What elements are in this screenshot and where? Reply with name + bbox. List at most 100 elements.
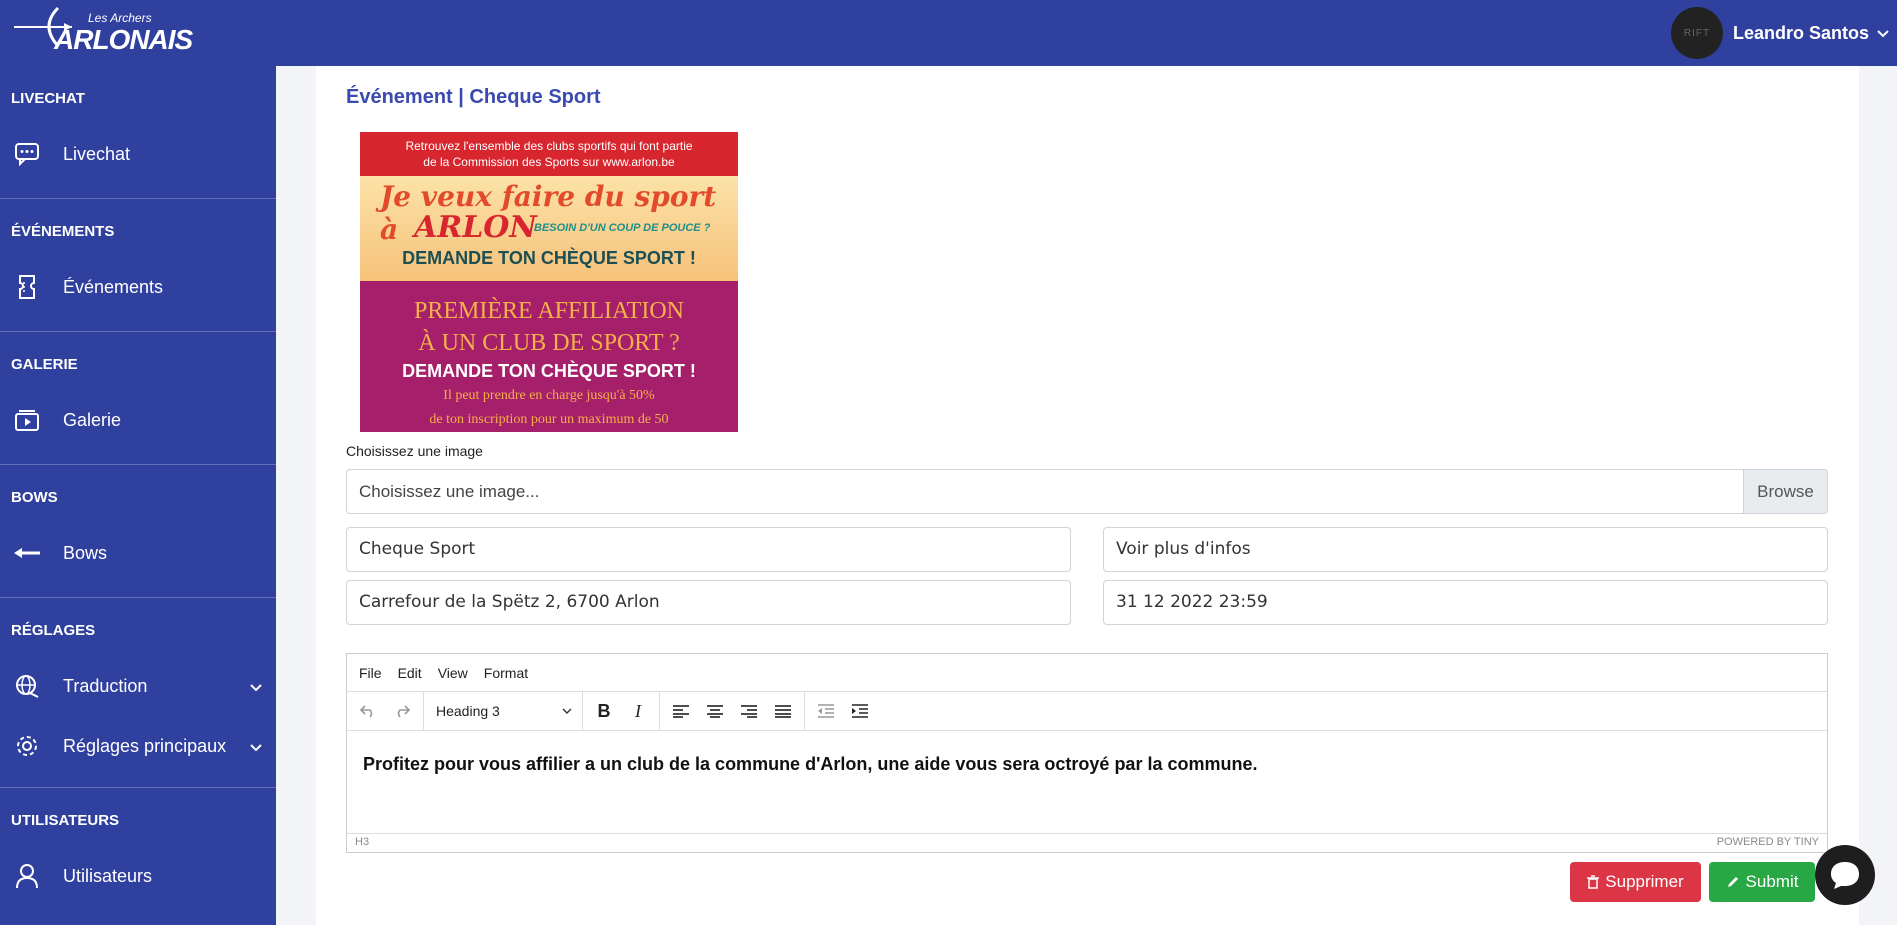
element-path[interactable]: H3 — [355, 836, 369, 849]
align-center-icon[interactable] — [698, 696, 732, 726]
menu-format[interactable]: Format — [484, 665, 528, 681]
submit-label: Submit — [1745, 872, 1799, 891]
sidebar-item-bows[interactable]: Bows — [0, 531, 276, 575]
poster-text: BESOIN D'UN COUP DE POUCE ? — [534, 222, 711, 234]
sidebar-item-label: Galerie — [63, 409, 122, 430]
bold-icon[interactable]: B — [587, 696, 621, 726]
sidebar-section-reglages: RÉGLAGES Traduction Réglages principaux — [0, 598, 276, 788]
outdent-icon[interactable] — [809, 696, 843, 726]
toolbar-indent-group — [805, 692, 881, 731]
editor-menubar: File Edit View Format — [347, 654, 1827, 692]
poster-text: À UN CLUB DE SPORT ? — [418, 330, 680, 356]
poster-text: DEMANDE TON CHÈQUE SPORT ! — [402, 361, 696, 381]
sidebar-section-evenements: ÉVÉNEMENTS Événements — [0, 199, 276, 332]
sidebar-section-bows: BOWS Bows — [0, 465, 276, 598]
poster-text: Retrouvez l'ensemble des clubs sportifs … — [405, 139, 693, 153]
logo-big-text: ARLONAIS — [54, 24, 193, 55]
sidebar-section-livechat: LIVECHAT Livechat — [0, 66, 276, 199]
menu-edit[interactable]: Edit — [398, 665, 422, 681]
event-image-preview: Retrouvez l'ensemble des clubs sportifs … — [360, 132, 738, 432]
section-title: ÉVÉNEMENTS — [11, 223, 115, 240]
sidebar-item-utilisateurs[interactable]: Utilisateurs — [0, 854, 276, 898]
editor-statusbar: H3 POWERED BY TINY — [347, 833, 1827, 851]
event-form-card: Événement | Cheque Sport Retrouvez l'ens… — [316, 66, 1859, 925]
user-menu[interactable]: RIFT Leandro Santos — [1670, 0, 1897, 66]
delete-label: Supprimer — [1605, 872, 1684, 891]
toolbar-align-group — [660, 691, 805, 731]
image-file-input[interactable]: Choisissez une image... Browse — [346, 469, 1828, 514]
sidebar-item-label: Livechat — [63, 143, 131, 164]
chevron-down-icon[interactable] — [1877, 25, 1889, 41]
date-input[interactable]: 31 12 2022 23:59 — [1103, 580, 1828, 625]
poster-text: ARLON — [414, 210, 537, 245]
redo-icon[interactable] — [385, 696, 419, 726]
file-input-placeholder: Choisissez une image... — [359, 481, 540, 501]
sidebar-section-utilisateurs: UTILISATEURS Utilisateurs — [0, 788, 276, 921]
align-right-icon[interactable] — [732, 696, 766, 726]
image-field-label: Choisissez une image — [346, 443, 483, 459]
chat-icon — [12, 139, 42, 169]
logo-small-text: Les Archers — [88, 11, 152, 25]
poster-text: de la Commission des Sports sur www.arlo… — [423, 155, 675, 169]
align-justify-icon[interactable] — [766, 696, 800, 726]
poster-text: DEMANDE TON CHÈQUE SPORT ! — [402, 248, 696, 268]
sidebar-item-livechat[interactable]: Livechat — [0, 132, 276, 176]
powered-by-tiny[interactable]: POWERED BY TINY — [1717, 836, 1819, 849]
submit-button[interactable]: Submit — [1709, 862, 1815, 902]
sidebar-item-evenements[interactable]: Événements — [0, 265, 276, 309]
avatar[interactable]: RIFT — [1670, 7, 1723, 59]
italic-icon[interactable]: I — [621, 696, 655, 726]
chevron-down-icon[interactable] — [250, 676, 262, 697]
sidebar: LIVECHAT Livechat ÉVÉNEMENTS Événements … — [0, 66, 276, 925]
club-logo[interactable]: Les Archers ARLONAIS — [14, 4, 193, 55]
user-icon — [12, 861, 42, 891]
toolbar-format-group: Heading 3 — [424, 691, 583, 731]
poster-text: PREMIÈRE AFFILIATION — [413, 298, 684, 324]
browse-button[interactable]: Browse — [1743, 470, 1827, 513]
page-title: Événement | Cheque Sport — [346, 86, 601, 108]
menu-view[interactable]: View — [438, 665, 468, 681]
poster-bottom-band: PREMIÈRE AFFILIATION À UN CLUB DE SPORT … — [360, 281, 738, 432]
sidebar-item-label: Bows — [63, 542, 108, 563]
editor-toolbar: Heading 3 B I — [347, 691, 1827, 731]
block-format-select[interactable]: Heading 3 — [428, 696, 578, 726]
trash-icon — [1587, 875, 1600, 889]
poster-middle-band: Je veux faire du sport à ARLON BESOIN D'… — [360, 176, 738, 281]
chevron-down-icon — [562, 708, 572, 714]
sidebar-item-galerie[interactable]: Galerie — [0, 398, 276, 442]
address-input[interactable]: Carrefour de la Spëtz 2, 6700 Arlon — [346, 580, 1071, 625]
toolbar-style-group: B I — [583, 691, 660, 731]
sidebar-item-reglages-principaux[interactable]: Réglages principaux — [0, 724, 276, 768]
arrow-left-icon — [12, 538, 42, 568]
poster-top-band: Retrouvez l'ensemble des clubs sportifs … — [360, 132, 738, 176]
rich-text-editor: File Edit View Format Heading 3 B I Prof… — [346, 653, 1828, 853]
chat-bubble-icon — [1831, 862, 1859, 889]
align-left-icon[interactable] — [664, 696, 698, 726]
indent-icon[interactable] — [843, 696, 877, 726]
ticket-icon — [12, 272, 42, 302]
sidebar-item-label: Utilisateurs — [63, 865, 153, 886]
livechat-launcher-button[interactable] — [1815, 845, 1875, 905]
sidebar-item-traduction[interactable]: Traduction — [0, 664, 276, 708]
chevron-down-icon[interactable] — [250, 736, 262, 757]
delete-button[interactable]: Supprimer — [1570, 862, 1701, 902]
gear-icon — [12, 731, 42, 761]
poster-text: de ton inscription pour un maximum de 50 — [429, 412, 669, 427]
link-text-input[interactable]: Voir plus d'infos — [1103, 527, 1828, 572]
section-title: GALERIE — [11, 356, 78, 373]
top-bar: Les Archers ARLONAIS RIFT Leandro Santos — [0, 0, 1897, 66]
section-title: UTILISATEURS — [11, 812, 120, 829]
poster-text: Il peut prendre en charge jusqu'à 50% — [443, 388, 655, 403]
title-input[interactable]: Cheque Sport — [346, 527, 1071, 572]
menu-file[interactable]: File — [359, 665, 382, 681]
sidebar-item-label: Événements — [63, 276, 164, 297]
section-title: RÉGLAGES — [11, 622, 96, 639]
toolbar-history-group — [347, 691, 424, 731]
undo-icon[interactable] — [351, 696, 385, 726]
sidebar-section-galerie: GALERIE Galerie — [0, 332, 276, 465]
pencil-icon — [1727, 877, 1738, 887]
video-icon — [12, 405, 42, 435]
section-title: LIVECHAT — [11, 90, 85, 107]
user-name[interactable]: Leandro Santos — [1733, 23, 1869, 44]
editor-content[interactable]: Profitez pour vous affilier a un club de… — [347, 731, 1827, 833]
